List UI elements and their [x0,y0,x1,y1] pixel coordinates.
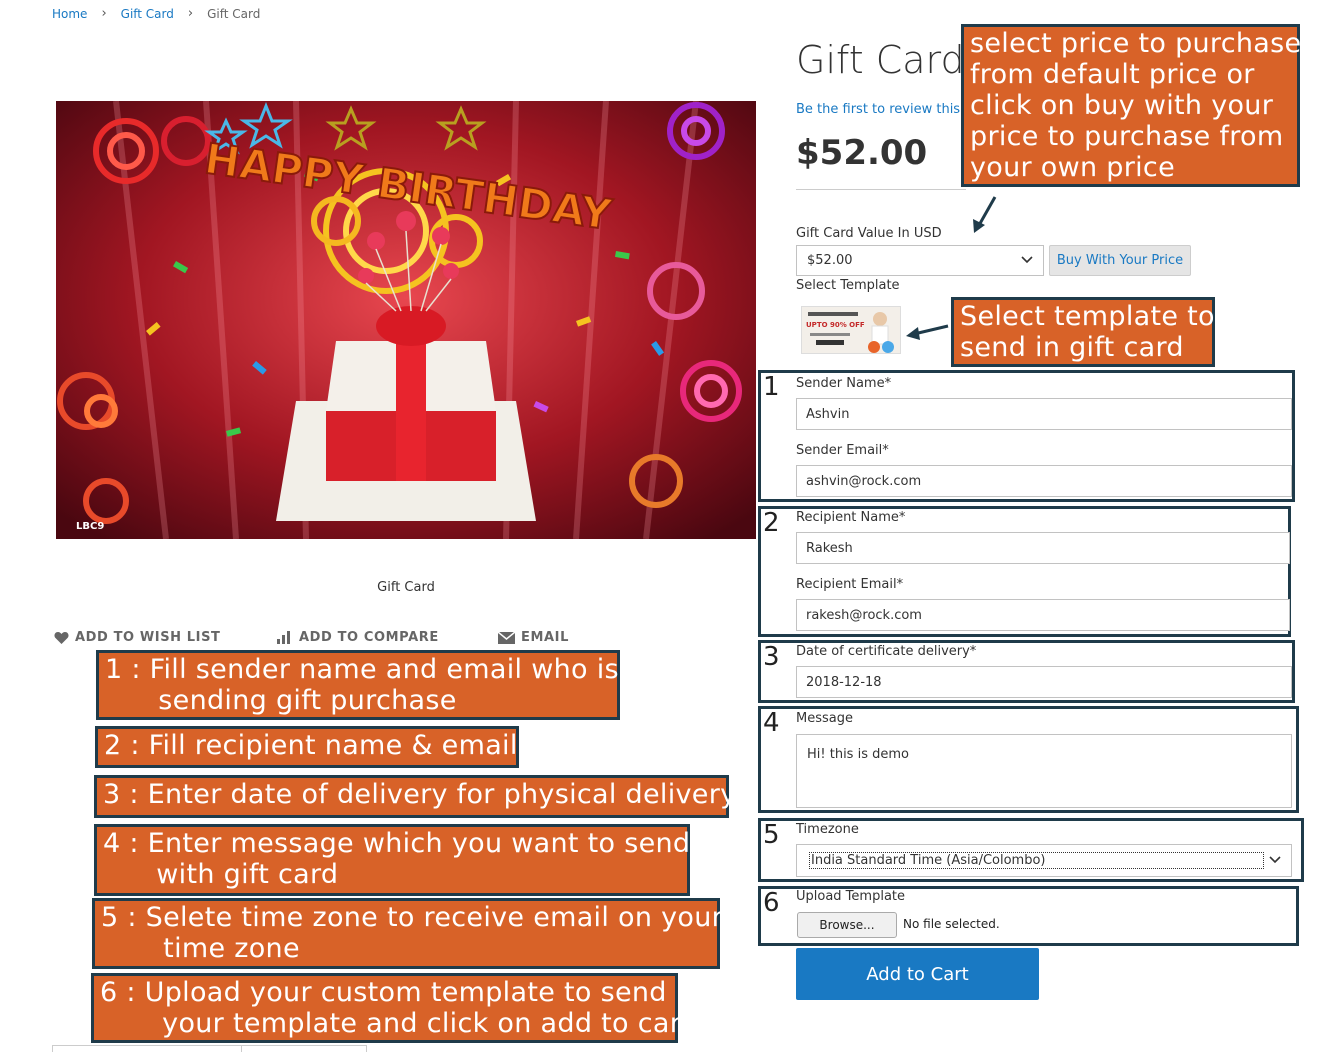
email-link[interactable]: EMAIL [498,630,569,645]
chevron-right-icon: › [187,6,194,21]
sender-name-label: Sender Name* [796,376,892,391]
sender-email-input[interactable]: ashvin@rock.com [796,465,1292,497]
step-1-note: 1 : Fill sender name and email who is se… [96,650,620,720]
timezone-select[interactable]: India Standard Time (Asia/Colombo) [796,844,1292,877]
upload-label: Upload Template [796,889,906,904]
delivery-date-input[interactable]: 2018-12-18 [796,666,1292,698]
message-textarea[interactable]: Hi! this is demo [796,734,1292,808]
add-to-wishlist-link[interactable]: ADD TO WISH LIST [54,630,221,645]
divider [796,189,966,190]
recipient-name-label: Recipient Name* [796,510,906,525]
price-note: select price to purchase from default pr… [961,24,1301,187]
wishlist-label: ADD TO WISH LIST [75,630,221,645]
chevron-down-icon [1021,253,1033,268]
step-5-note: 5 : Selete time zone to receive email on… [92,898,723,969]
compare-icon [277,631,290,644]
chevron-right-icon: › [101,6,107,21]
sender-name-input[interactable]: Ashvin [796,398,1292,430]
add-to-compare-link[interactable]: ADD TO COMPARE [277,630,439,645]
product-price: $52.00 [796,133,928,173]
step-6-note: 6 : Upload your custom template to send … [91,973,692,1043]
template-note: Select template to send in gift card [951,297,1215,367]
arrow-icon [906,324,949,340]
message-label: Message [796,711,853,726]
step-3-note: 3 : Enter date of delivery for physical … [94,775,736,818]
envelope-icon [498,631,515,644]
breadcrumb: Home › Gift Card › Gift Card [52,6,260,21]
template-thumbnail[interactable]: UPTO 90% OFF [801,306,901,354]
recipient-email-input[interactable]: rakesh@rock.com [796,599,1290,631]
page-title: Gift Card [796,38,965,82]
image-watermark: LBC9 [76,521,104,532]
recipient-email-label: Recipient Email* [796,577,904,592]
value-label: Gift Card Value In USD [796,226,942,241]
tabs-divider [241,1045,242,1052]
product-image[interactable]: HAPPY BIRTHDAY LBC9 [56,101,756,539]
timezone-label: Timezone [796,822,859,837]
step-4-note: 4 : Enter message which you want to send… [94,824,690,896]
sender-email-label: Sender Email* [796,443,889,458]
timezone-select-text: India Standard Time (Asia/Colombo) [809,852,1264,869]
no-file-text: No file selected. [903,917,1000,931]
value-select[interactable]: $52.00 [796,245,1044,276]
chevron-down-icon [1269,853,1281,868]
compare-label: ADD TO COMPARE [299,630,439,645]
image-caption: Gift Card [377,580,435,595]
review-link[interactable]: Be the first to review this [796,102,960,117]
tabs-outline [52,1045,367,1052]
value-select-text: $52.00 [807,253,853,268]
breadcrumb-home[interactable]: Home [52,7,87,21]
recipient-name-input[interactable]: Rakesh [796,532,1290,564]
heart-icon [54,631,69,644]
add-to-cart-button[interactable]: Add to Cart [796,948,1039,1000]
template-label: Select Template [796,278,900,293]
email-label: EMAIL [521,630,569,645]
template-thumb-text: UPTO 90% OFF [806,321,865,329]
date-label: Date of certificate delivery* [796,644,977,659]
breadcrumb-current: Gift Card [207,6,261,21]
breadcrumb-category[interactable]: Gift Card [121,7,174,21]
browse-button[interactable]: Browse... [797,912,897,938]
step-2-note: 2 : Fill recipient name & email [95,726,519,768]
arrow-icon [973,196,997,233]
buy-with-your-price-button[interactable]: Buy With Your Price [1049,245,1191,276]
